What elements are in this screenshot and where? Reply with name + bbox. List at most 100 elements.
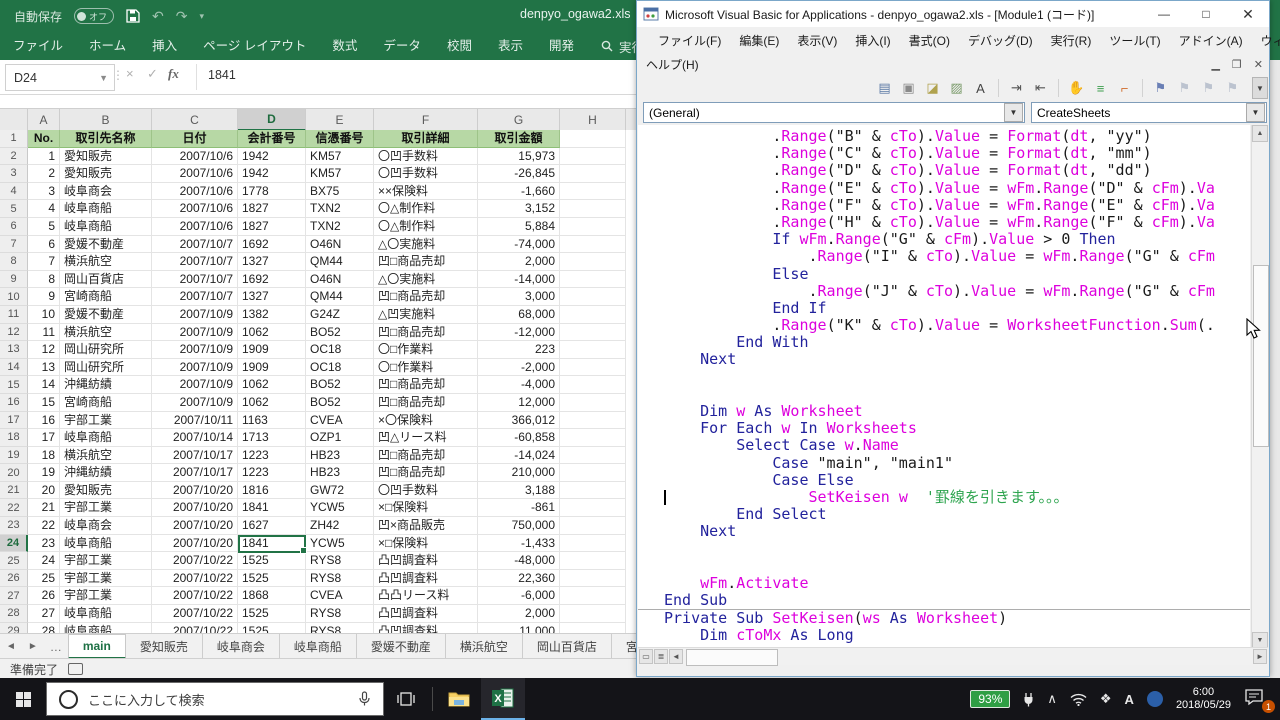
cell[interactable]: 2007/10/20 <box>152 517 238 535</box>
app-tray-icon[interactable] <box>1147 691 1163 707</box>
indent-icon[interactable]: ⇥ <box>1008 80 1025 97</box>
cell[interactable]: 12,000 <box>478 394 560 412</box>
procedure-view-icon[interactable]: ▭ <box>639 649 653 664</box>
cell[interactable]: 750,000 <box>478 517 560 535</box>
cell[interactable]: 宇部工業 <box>60 552 152 570</box>
cell[interactable]: 1713 <box>238 429 306 447</box>
cell[interactable]: 岡山研究所 <box>60 359 152 377</box>
redo-icon[interactable]: ↷ <box>176 8 188 25</box>
row-header-11[interactable]: 11 <box>0 306 28 324</box>
cell[interactable]: 366,012 <box>478 412 560 430</box>
cell[interactable]: 2007/10/9 <box>152 324 238 342</box>
cell[interactable]: 凸凹調査料 <box>374 570 478 588</box>
cell[interactable]: 28 <box>28 623 60 633</box>
row-header-26[interactable]: 26 <box>0 570 28 588</box>
cell[interactable]: 岡山百貨店 <box>60 271 152 289</box>
cell[interactable]: 2007/10/22 <box>152 623 238 633</box>
column-header-E[interactable]: E <box>306 109 374 131</box>
column-header-C[interactable]: C <box>152 109 238 131</box>
cell[interactable]: 1062 <box>238 394 306 412</box>
vertical-scroll-thumb[interactable] <box>1253 265 1269 447</box>
cell[interactable]: 5,884 <box>478 218 560 236</box>
cell[interactable]: 5 <box>28 218 60 236</box>
cell[interactable]: HB23 <box>306 447 374 465</box>
undo-icon[interactable]: ↶ <box>152 8 164 25</box>
fill-handle[interactable] <box>300 547 307 554</box>
cell[interactable]: 1692 <box>238 236 306 254</box>
cell[interactable] <box>560 165 626 183</box>
vba-menu-7[interactable]: ツール(T) <box>1100 32 1169 49</box>
scroll-right-icon[interactable]: ► <box>1253 649 1267 664</box>
task-view-button[interactable] <box>384 678 428 720</box>
cell[interactable]: 3,188 <box>478 482 560 500</box>
cell[interactable] <box>560 306 626 324</box>
font-size-icon[interactable]: A <box>972 80 989 97</box>
cell[interactable]: 1062 <box>238 324 306 342</box>
ribbon-tab-5[interactable]: データ <box>370 32 434 60</box>
taskbar-clock[interactable]: 6:00 2018/05/29 <box>1176 686 1231 712</box>
ime-mode-indicator[interactable]: A <box>1125 692 1134 707</box>
sheet-tab-main[interactable]: main <box>68 634 126 659</box>
row-header-9[interactable]: 9 <box>0 271 28 289</box>
cell[interactable]: -4,000 <box>478 376 560 394</box>
row-header-19[interactable]: 19 <box>0 447 28 465</box>
cell[interactable]: 2007/10/6 <box>152 183 238 201</box>
ribbon-tab-8[interactable]: 開発 <box>536 32 587 60</box>
row-header-23[interactable]: 23 <box>0 517 28 535</box>
column-header-A[interactable]: A <box>28 109 60 131</box>
cell[interactable]: -14,000 <box>478 271 560 289</box>
dropbox-icon[interactable]: ❖ <box>1100 691 1112 707</box>
menu-help[interactable]: ヘルプ(H) <box>637 56 708 73</box>
save-icon[interactable] <box>126 9 140 23</box>
row-header-17[interactable]: 17 <box>0 412 28 430</box>
cell[interactable]: 2007/10/6 <box>152 148 238 166</box>
ribbon-tab-6[interactable]: 校閲 <box>434 32 485 60</box>
list-lines-icon[interactable]: ≡ <box>1092 80 1109 97</box>
power-plug-icon[interactable] <box>1023 692 1034 707</box>
horizontal-scroll-thumb[interactable] <box>686 649 778 666</box>
cell[interactable]: 宇部工業 <box>60 412 152 430</box>
select-all-corner[interactable] <box>0 109 28 131</box>
cell[interactable]: △凹実施料 <box>374 306 478 324</box>
cell[interactable]: -1,660 <box>478 183 560 201</box>
tray-expand-icon[interactable]: ∧ <box>1047 691 1057 707</box>
complete-word-icon[interactable]: ▨ <box>948 80 965 97</box>
cell[interactable]: 1 <box>28 148 60 166</box>
cell[interactable]: 3,000 <box>478 288 560 306</box>
cell[interactable] <box>560 236 626 254</box>
cell[interactable]: QM44 <box>306 253 374 271</box>
excel-taskbar-button[interactable]: X <box>481 678 525 720</box>
cell[interactable]: 凹□商品売却 <box>374 324 478 342</box>
cell[interactable] <box>560 587 626 605</box>
cell[interactable]: 1525 <box>238 605 306 623</box>
cell[interactable]: G24Z <box>306 306 374 324</box>
cell[interactable]: 岐阜商船 <box>60 218 152 236</box>
cell[interactable]: 68,000 <box>478 306 560 324</box>
cell[interactable]: ×□保険料 <box>374 535 478 553</box>
cell[interactable]: OZP1 <box>306 429 374 447</box>
cell[interactable]: 信憑番号 <box>306 130 374 148</box>
cell[interactable] <box>560 535 626 553</box>
cell[interactable]: 1525 <box>238 570 306 588</box>
cell[interactable]: 取引金額 <box>478 130 560 148</box>
cell[interactable] <box>560 253 626 271</box>
cell[interactable] <box>560 394 626 412</box>
cell[interactable]: BO52 <box>306 394 374 412</box>
row-header-18[interactable]: 18 <box>0 429 28 447</box>
vba-menu-8[interactable]: アドイン(A) <box>1170 32 1252 49</box>
cell[interactable]: -2,000 <box>478 359 560 377</box>
view-object-icon[interactable]: ▤ <box>876 80 893 97</box>
cell[interactable]: -12,000 <box>478 324 560 342</box>
cell[interactable]: 愛知販売 <box>60 165 152 183</box>
cell[interactable]: 2007/10/17 <box>152 464 238 482</box>
row-header-12[interactable]: 12 <box>0 324 28 342</box>
column-header-F[interactable]: F <box>374 109 478 131</box>
row-header-10[interactable]: 10 <box>0 288 28 306</box>
cell[interactable]: 24 <box>28 552 60 570</box>
cell[interactable] <box>560 183 626 201</box>
cell[interactable]: 2 <box>28 165 60 183</box>
close-icon[interactable]: ✕ <box>1227 1 1269 27</box>
row-header-2[interactable]: 2 <box>0 148 28 166</box>
cell[interactable]: 〇△制作料 <box>374 200 478 218</box>
row-header-14[interactable]: 14 <box>0 359 28 377</box>
